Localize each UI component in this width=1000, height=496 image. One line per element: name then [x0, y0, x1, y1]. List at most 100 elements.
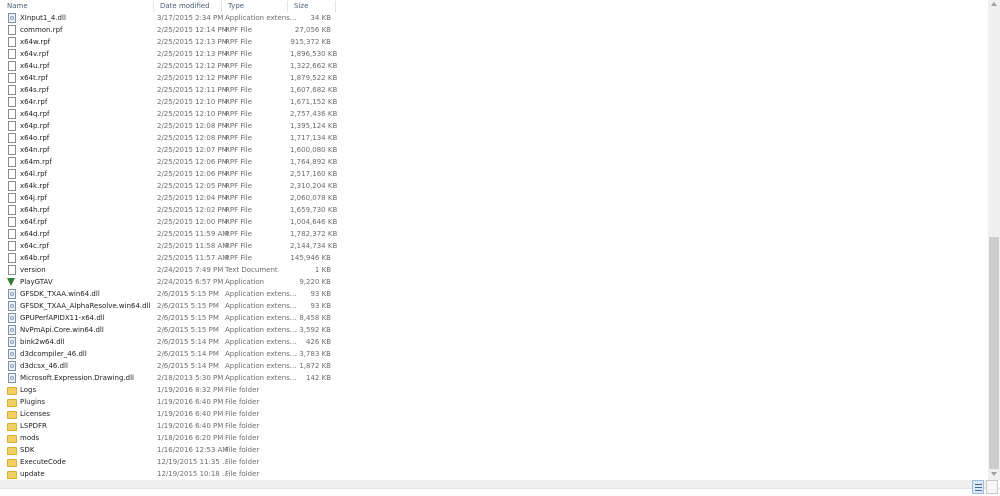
- dll-file-icon: [8, 325, 16, 335]
- file-row[interactable]: GPUPerfAPIDX11-x64.dll 2/6/2015 5:15 PM Ap…: [0, 312, 988, 324]
- file-row[interactable]: x64q.rpf 2/25/2015 12:10 PM RPF File 2,757,…: [0, 108, 988, 120]
- file-row[interactable]: x64c.rpf 2/25/2015 11:58 AM RPF File 2,144,…: [0, 240, 988, 252]
- file-row[interactable]: common.rpf 2/25/2015 12:14 PM RPF File 27,0…: [0, 24, 988, 36]
- file-name: x64n.rpf: [20, 146, 50, 154]
- file-row[interactable]: LSPDFR 1/19/2016 6:40 PM File folder: [0, 420, 988, 432]
- file-row[interactable]: Plugins 1/19/2016 6:40 PM File folder: [0, 396, 988, 408]
- file-row[interactable]: SDK 1/16/2016 12:53 AM File folder: [0, 444, 988, 456]
- file-type: Application extens...: [225, 14, 297, 22]
- file-row[interactable]: XInput1_4.dll 3/17/2015 2:34 PM Applicatio…: [0, 12, 988, 24]
- file-icon: [8, 85, 16, 95]
- file-name: x64m.rpf: [20, 158, 52, 166]
- file-name: PlayGTAV: [20, 278, 53, 286]
- column-header-name[interactable]: Name: [0, 0, 153, 12]
- file-row[interactable]: x64t.rpf 2/25/2015 12:12 PM RPF File 1,879,…: [0, 72, 988, 84]
- file-name: d3dcsx_46.dll: [20, 362, 68, 370]
- file-row[interactable]: Logs 1/19/2016 8:32 PM File folder: [0, 384, 988, 396]
- scrollbar-thumb[interactable]: [989, 237, 999, 469]
- file-date-modified: 2/6/2015 5:15 PM: [157, 326, 219, 334]
- file-type: File folder: [225, 434, 260, 442]
- dll-file-icon: [8, 313, 16, 323]
- dll-file-icon: [8, 337, 16, 347]
- file-row[interactable]: mods 1/18/2016 6:20 PM File folder: [0, 432, 988, 444]
- file-type: Application extens...: [225, 374, 297, 382]
- file-row[interactable]: x64j.rpf 2/25/2015 12:04 PM RPF File 2,060,…: [0, 192, 988, 204]
- folder-icon: [7, 435, 17, 443]
- file-icon: [8, 37, 16, 47]
- file-row[interactable]: x64v.rpf 2/25/2015 12:13 PM RPF File 1,896,…: [0, 48, 988, 60]
- file-row[interactable]: PlayGTAV 2/24/2015 6:57 PM Application 9,22…: [0, 276, 988, 288]
- file-row[interactable]: d3dcsx_46.dll 2/6/2015 5:14 PM Application…: [0, 360, 988, 372]
- file-type: RPF File: [225, 62, 253, 70]
- file-size: 8,458 KB: [299, 314, 331, 322]
- file-size: 1,659,730 KB: [290, 206, 338, 214]
- file-row[interactable]: x64n.rpf 2/25/2015 12:07 PM RPF File 1,600,…: [0, 144, 988, 156]
- details-view-button[interactable]: [972, 480, 984, 494]
- file-date-modified: 2/6/2015 5:14 PM: [157, 350, 219, 358]
- file-row[interactable]: d3dcompiler_46.dll 2/6/2015 5:14 PM Applic…: [0, 348, 988, 360]
- file-size: 145,946 KB: [290, 254, 331, 262]
- file-type: Text Document: [225, 266, 278, 274]
- file-icon: [8, 193, 16, 203]
- file-name: x64p.rpf: [20, 122, 50, 130]
- file-row[interactable]: x64b.rpf 2/25/2015 11:57 AM RPF File 145,94…: [0, 252, 988, 264]
- file-row[interactable]: NvPmApi.Core.win64.dll 2/6/2015 5:15 PM Ap…: [0, 324, 988, 336]
- file-row[interactable]: Microsoft.Expression.Drawing.dll 2/18/201…: [0, 372, 988, 384]
- file-date-modified: 3/17/2015 2:34 PM: [157, 14, 224, 22]
- file-row[interactable]: x64m.rpf 2/25/2015 12:06 PM RPF File 1,764,…: [0, 156, 988, 168]
- scroll-up-arrow-icon[interactable]: [991, 2, 997, 6]
- file-row[interactable]: Licenses 1/19/2016 6:40 PM File folder: [0, 408, 988, 420]
- file-row[interactable]: ExecuteCode 12/19/2015 11:35 ... File fold…: [0, 456, 988, 468]
- file-row[interactable]: x64u.rpf 2/25/2015 12:12 PM RPF File 1,322,…: [0, 60, 988, 72]
- file-row[interactable]: x64r.rpf 2/25/2015 12:10 PM RPF File 1,671,…: [0, 96, 988, 108]
- file-name: x64q.rpf: [20, 110, 50, 118]
- file-row[interactable]: x64d.rpf 2/25/2015 11:59 AM RPF File 1,782,…: [0, 228, 988, 240]
- file-name: SDK: [20, 446, 35, 454]
- file-name: ExecuteCode: [20, 458, 66, 466]
- file-date-modified: 2/6/2015 5:15 PM: [157, 290, 219, 298]
- file-type: File folder: [225, 386, 260, 394]
- file-date-modified: 1/16/2016 12:53 AM: [157, 446, 229, 454]
- file-row[interactable]: bink2w64.dll 2/6/2015 5:14 PM Application …: [0, 336, 988, 348]
- file-row[interactable]: x64p.rpf 2/25/2015 12:08 PM RPF File 1,395,…: [0, 120, 988, 132]
- file-icon: [8, 109, 16, 119]
- file-row[interactable]: x64s.rpf 2/25/2015 12:11 PM RPF File 1,607,…: [0, 84, 988, 96]
- column-header-type[interactable]: Type: [221, 0, 287, 12]
- file-size: 93 KB: [310, 290, 331, 298]
- file-icon: [8, 97, 16, 107]
- file-size: 1,004,646 KB: [290, 218, 338, 226]
- column-header-date[interactable]: Date modified: [153, 0, 221, 12]
- file-date-modified: 2/25/2015 11:57 AM: [157, 254, 229, 262]
- column-header-size[interactable]: Size: [287, 0, 335, 12]
- file-row[interactable]: GFSDK_TXAA.win64.dll 2/6/2015 5:15 PM Appl…: [0, 288, 988, 300]
- file-row[interactable]: x64k.rpf 2/25/2015 12:05 PM RPF File 2,310,…: [0, 180, 988, 192]
- file-row[interactable]: x64w.rpf 2/25/2015 12:13 PM RPF File 915,37…: [0, 36, 988, 48]
- column-divider[interactable]: [335, 1, 336, 12]
- vertical-scrollbar[interactable]: [988, 0, 1000, 480]
- file-name: x64h.rpf: [20, 206, 50, 214]
- file-name: GFSDK_TXAA.win64.dll: [20, 290, 100, 298]
- file-date-modified: 2/25/2015 12:08 PM: [157, 122, 228, 130]
- file-name: x64t.rpf: [20, 74, 48, 82]
- file-row[interactable]: update 12/19/2015 10:18 ... File folder: [0, 468, 988, 480]
- file-date-modified: 2/25/2015 12:05 PM: [157, 182, 228, 190]
- file-row[interactable]: GFSDK_TXAA_AlphaResolve.win64.dll 2/6/201…: [0, 300, 988, 312]
- file-date-modified: 2/25/2015 12:13 PM: [157, 38, 228, 46]
- file-row[interactable]: x64h.rpf 2/25/2015 12:02 PM RPF File 1,659,…: [0, 204, 988, 216]
- scroll-down-arrow-icon[interactable]: [991, 472, 997, 476]
- large-icons-view-button[interactable]: [986, 480, 998, 494]
- file-icon: [8, 73, 16, 83]
- file-size: 27,056 KB: [294, 26, 331, 34]
- file-row[interactable]: x64o.rpf 2/25/2015 12:08 PM RPF File 1,717,…: [0, 132, 988, 144]
- file-row[interactable]: x64f.rpf 2/25/2015 12:00 PM RPF File 1,004,…: [0, 216, 988, 228]
- file-date-modified: 2/25/2015 12:10 PM: [157, 98, 228, 106]
- file-size: 426 KB: [306, 338, 331, 346]
- folder-icon: [7, 387, 17, 395]
- file-row[interactable]: x64l.rpf 2/25/2015 12:06 PM RPF File 2,517,…: [0, 168, 988, 180]
- file-name: x64u.rpf: [20, 62, 50, 70]
- file-row[interactable]: version 2/24/2015 7:49 PM Text Document 1 K…: [0, 264, 988, 276]
- file-type: Application extens...: [225, 290, 297, 298]
- file-date-modified: 2/25/2015 11:59 AM: [157, 230, 229, 238]
- file-type: Application: [225, 278, 265, 286]
- file-size: 2,060,078 KB: [290, 194, 338, 202]
